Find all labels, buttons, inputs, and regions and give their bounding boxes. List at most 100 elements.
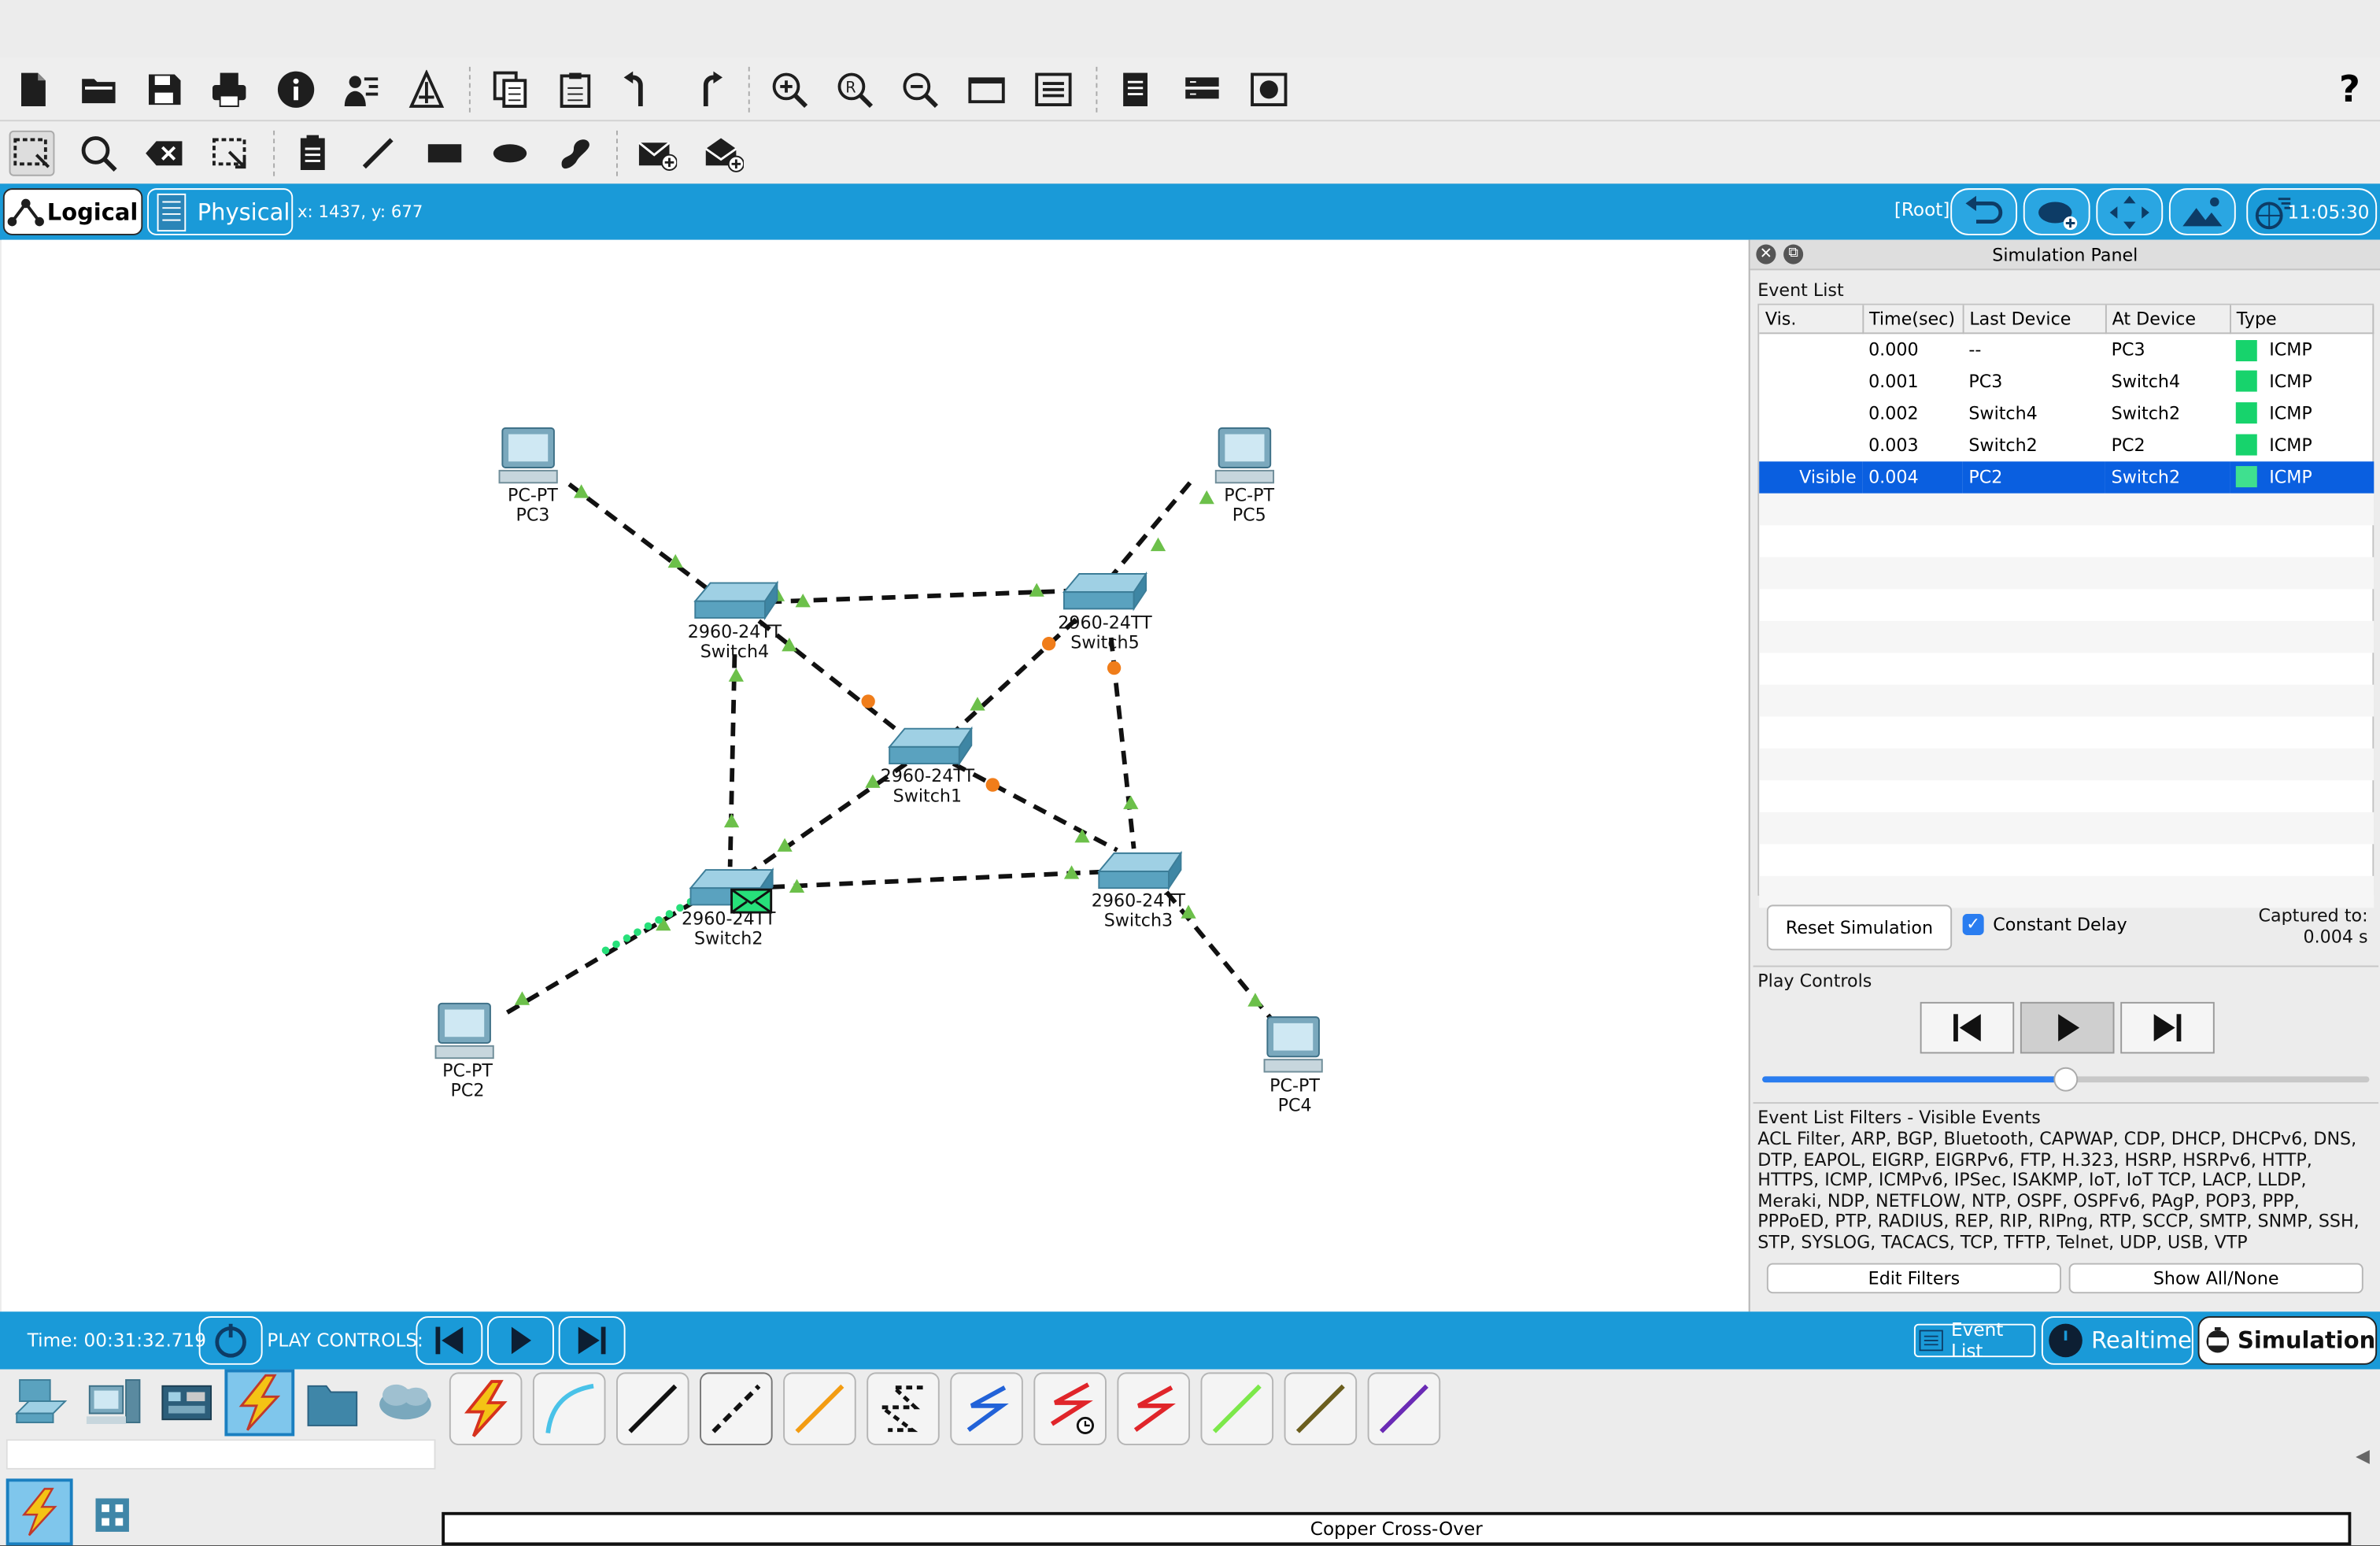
copper-straight-through-icon[interactable] — [615, 1372, 689, 1445]
back-step-button[interactable] — [1920, 1001, 2015, 1054]
table-row[interactable]: 0.002 Switch4 Switch2 ICMP — [1759, 397, 2373, 428]
column-header[interactable]: At Device — [2105, 305, 2231, 335]
show-all-none-button[interactable]: Show All/None — [2068, 1263, 2363, 1294]
device-subtype-search[interactable] — [6, 1439, 436, 1470]
screenshot-icon[interactable] — [1246, 67, 1292, 113]
pc3-label[interactable]: PC-PT PC3 — [464, 485, 601, 525]
save-icon[interactable] — [141, 67, 187, 113]
viewport-clock[interactable]: 11:05:30 — [2246, 188, 2378, 235]
root-breadcrumb[interactable]: [Root] — [1894, 199, 1950, 220]
back-icon[interactable] — [1950, 188, 2018, 235]
switch3-label[interactable]: 2960-24TT Switch3 — [1070, 890, 1207, 930]
usb-cable-icon[interactable] — [1367, 1372, 1441, 1445]
iot-custom-cable-icon[interactable] — [1284, 1372, 1358, 1445]
zoom-in-icon[interactable] — [767, 67, 812, 113]
inspect-tool-icon[interactable] — [76, 131, 121, 176]
constant-delay-checkbox[interactable]: ✓ Constant Delay — [1962, 913, 2127, 935]
switch2-label[interactable]: 2960-24TT Switch2 — [660, 908, 797, 949]
place-note-icon[interactable] — [290, 131, 335, 176]
undo-icon[interactable] — [618, 67, 663, 113]
network-info-icon[interactable] — [1179, 67, 1225, 113]
connections-icon[interactable] — [224, 1369, 295, 1437]
reset-time-button[interactable] — [198, 1316, 263, 1365]
event-list-toggle[interactable]: Event List — [1913, 1319, 2036, 1362]
new-cluster-icon[interactable] — [2023, 188, 2090, 235]
move-object-icon[interactable] — [2096, 188, 2164, 235]
undock-icon[interactable]: ⧉ — [1783, 244, 1804, 264]
play-speed-slider[interactable] — [1762, 1067, 2370, 1092]
add-simple-pdu-icon[interactable] — [634, 131, 680, 176]
column-header[interactable]: Type — [2230, 305, 2374, 335]
draw-ellipse-icon[interactable] — [487, 131, 533, 176]
simulation-mode-button[interactable]: Simulation — [2197, 1316, 2378, 1365]
drawing-palette-icon[interactable] — [964, 67, 1010, 113]
serial-dte-icon[interactable] — [1117, 1372, 1190, 1445]
connections-subcategory-icon[interactable] — [6, 1478, 73, 1546]
end-devices-icon[interactable] — [79, 1370, 149, 1437]
freeform-icon[interactable] — [552, 131, 598, 176]
bar-back-button[interactable] — [416, 1316, 483, 1365]
pc2-label[interactable]: PC-PT PC2 — [399, 1060, 536, 1100]
column-header[interactable]: Last Device — [1962, 305, 2106, 335]
reset-simulation-button[interactable]: Reset Simulation — [1766, 904, 1953, 951]
column-header[interactable]: Time(sec) — [1862, 305, 1964, 335]
grid-view-icon[interactable] — [85, 1488, 139, 1542]
add-complex-pdu-icon[interactable] — [701, 131, 747, 176]
table-row[interactable]: 0.001 PC3 Switch4 ICMP — [1759, 365, 2373, 397]
components-icon[interactable] — [152, 1370, 222, 1437]
switch4-label[interactable]: 2960-24TT Switch4 — [667, 622, 804, 662]
pc4-label[interactable]: PC-PT PC4 — [1226, 1075, 1363, 1115]
table-row[interactable]: 0.000 -- PC3 ICMP — [1759, 333, 2373, 364]
paste-icon[interactable] — [552, 67, 598, 113]
bar-forward-button[interactable] — [558, 1316, 626, 1365]
collapse-arrow-icon[interactable]: ◀ — [2356, 1445, 2370, 1466]
redo-icon[interactable] — [683, 67, 729, 113]
background-image-icon[interactable] — [2168, 188, 2236, 235]
info-icon[interactable] — [273, 67, 319, 113]
draw-line-icon[interactable] — [355, 131, 401, 176]
tab-physical[interactable]: Physical — [147, 188, 294, 235]
table-row-selected[interactable]: Visible 0.004 PC2 Switch2 ICMP — [1759, 460, 2374, 493]
copy-icon[interactable] — [487, 67, 533, 113]
network-devices-icon[interactable] — [6, 1370, 76, 1437]
octal-cable-icon[interactable] — [1200, 1372, 1274, 1445]
realtime-mode-button[interactable]: Realtime — [2041, 1316, 2193, 1365]
miscellaneous-icon[interactable] — [298, 1370, 368, 1437]
multiuser-connection-icon[interactable] — [371, 1370, 441, 1437]
activity-wizard-icon[interactable] — [338, 67, 384, 113]
column-header[interactable]: Vis. — [1759, 305, 1864, 335]
tab-logical[interactable]: Logical — [2, 188, 143, 235]
draw-rectangle-icon[interactable] — [422, 131, 468, 176]
switch1-label[interactable]: 2960-24TT Switch1 — [859, 766, 996, 806]
open-folder-icon[interactable] — [76, 67, 121, 113]
delete-tool-icon[interactable] — [141, 131, 187, 176]
console-cable-icon[interactable] — [532, 1372, 606, 1445]
serial-dce-icon[interactable] — [1033, 1372, 1107, 1445]
pc5-label[interactable]: PC-PT PC5 — [1181, 485, 1318, 525]
switch5-label[interactable]: 2960-24TT Switch5 — [1037, 612, 1173, 653]
logical-workspace-canvas[interactable]: PC-PT PC3 PC-PT PC5 2960-24TT Switch4 2960-… — [1, 239, 1749, 1312]
fiber-cable-icon[interactable] — [783, 1372, 856, 1445]
automatic-connection-icon[interactable] — [449, 1372, 523, 1445]
help-icon[interactable]: ? — [2326, 67, 2372, 113]
new-file-icon[interactable] — [10, 67, 56, 113]
coaxial-cable-icon[interactable] — [950, 1372, 1023, 1445]
zoom-out-icon[interactable] — [897, 67, 943, 113]
custom-device-icon[interactable] — [404, 67, 449, 113]
custom-devices-dialog-icon[interactable] — [1030, 67, 1076, 113]
close-icon[interactable]: ✕ — [1756, 244, 1776, 264]
checkbox-checked-icon[interactable]: ✓ — [1962, 913, 1984, 935]
copper-cross-over-icon[interactable] — [700, 1372, 773, 1445]
print-icon[interactable] — [206, 67, 252, 113]
table-row[interactable]: 0.003 Switch2 PC2 ICMP — [1759, 429, 2373, 460]
slider-handle[interactable] — [2053, 1067, 2079, 1092]
notes-icon[interactable] — [1113, 67, 1159, 113]
zoom-reset-icon[interactable]: R — [832, 67, 878, 113]
bar-play-button[interactable] — [487, 1316, 554, 1365]
resize-shape-icon[interactable] — [208, 131, 253, 176]
edit-filters-button[interactable]: Edit Filters — [1766, 1263, 2061, 1294]
play-button[interactable] — [2020, 1001, 2115, 1054]
phone-cable-icon[interactable] — [867, 1372, 940, 1445]
capture-forward-button[interactable] — [2120, 1001, 2215, 1054]
select-tool-icon[interactable] — [9, 130, 55, 176]
